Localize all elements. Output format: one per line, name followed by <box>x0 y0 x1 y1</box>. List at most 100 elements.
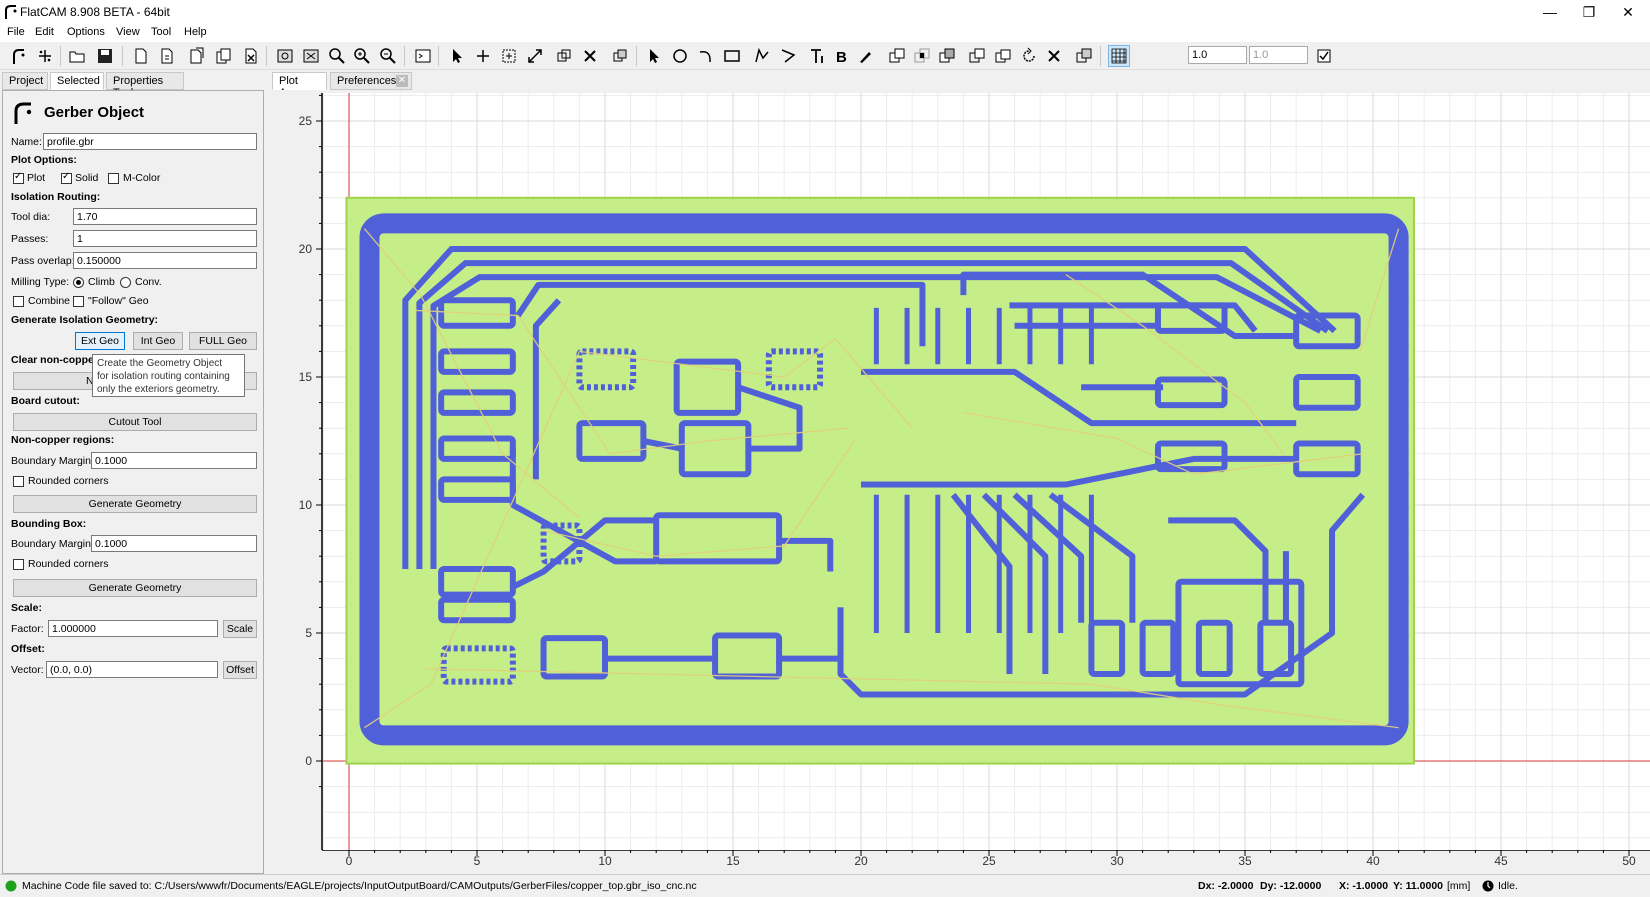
bb-generate-geometry-button[interactable]: Generate Geometry <box>13 579 257 597</box>
tab-preferences[interactable]: Preferences ✕ <box>330 72 412 90</box>
factor-label: Factor: <box>11 623 44 635</box>
add-drill-icon[interactable] <box>472 45 494 67</box>
tab-project[interactable]: Project <box>2 72 48 90</box>
subtraction-icon[interactable] <box>936 45 958 67</box>
menu-tool[interactable]: Tool <box>151 26 171 38</box>
union-icon[interactable] <box>886 45 908 67</box>
buffer-tool-icon[interactable]: B <box>830 45 852 67</box>
nc-generate-geometry-button[interactable]: Generate Geometry <box>13 495 257 513</box>
circle-icon[interactable] <box>669 45 691 67</box>
resize-drill-icon[interactable] <box>524 45 546 67</box>
plot-options-heading: Plot Options: <box>11 154 77 166</box>
tab-selected[interactable]: Selected <box>50 72 104 90</box>
pass-overlap-input[interactable] <box>73 252 257 269</box>
open-gerber-icon[interactable] <box>8 45 30 67</box>
solid-label: Solid <box>75 172 99 184</box>
arc-icon[interactable] <box>695 45 717 67</box>
factor-input[interactable] <box>48 620 218 637</box>
flatcam-logo-icon <box>5 5 17 19</box>
menu-edit[interactable]: Edit <box>35 26 54 38</box>
zoom-out-icon[interactable] <box>377 45 399 67</box>
tool-dia-label: Tool dia: <box>11 211 51 223</box>
nc-boundary-margin-label: Boundary Margin: <box>11 455 94 467</box>
move-drill-icon[interactable] <box>609 45 631 67</box>
x-tick-label: 20 <box>854 854 868 868</box>
name-input[interactable] <box>43 133 257 150</box>
conv-radio[interactable] <box>120 277 131 288</box>
tool-dia-input[interactable] <box>73 208 257 225</box>
menu-file[interactable]: File <box>7 26 25 38</box>
transform-icon[interactable] <box>1073 45 1095 67</box>
nc-boundary-margin-input[interactable] <box>91 452 257 469</box>
combine-checkbox[interactable] <box>13 296 24 307</box>
grid-lock-checkbox[interactable] <box>1313 45 1335 67</box>
offset-button[interactable]: Offset <box>223 661 257 679</box>
copy-object-icon[interactable] <box>212 45 234 67</box>
grid-x-input[interactable] <box>1188 46 1247 64</box>
drill-array-icon[interactable] <box>498 45 520 67</box>
zoom-fit-icon[interactable] <box>326 45 348 67</box>
int-geo-button[interactable]: Int Geo <box>133 332 183 350</box>
rotate-icon[interactable] <box>1018 45 1040 67</box>
select-icon[interactable] <box>446 45 468 67</box>
clear-plot-icon[interactable] <box>300 45 322 67</box>
delete-object-icon[interactable] <box>240 45 262 67</box>
menu-view[interactable]: View <box>116 26 140 38</box>
name-label: Name: <box>11 136 42 148</box>
full-geo-button[interactable]: FULL Geo <box>189 332 257 350</box>
climb-radio[interactable] <box>73 277 84 288</box>
snap-grid-icon[interactable] <box>1108 45 1130 67</box>
copy-drill-icon[interactable] <box>553 45 575 67</box>
delete-drill-icon[interactable] <box>579 45 601 67</box>
follow-geo-checkbox[interactable] <box>73 296 84 307</box>
path-icon[interactable] <box>777 45 799 67</box>
new-file-icon[interactable] <box>130 45 152 67</box>
tab-properties-tool[interactable]: Properties Tool <box>106 72 184 99</box>
open-excellon-icon[interactable] <box>34 45 56 67</box>
select-geo-icon[interactable] <box>643 45 665 67</box>
bb-boundary-margin-input[interactable] <box>91 535 257 552</box>
y-tick-label: 10 <box>299 498 313 512</box>
tab-preferences-label: Preferences <box>337 75 397 87</box>
mcolor-checkbox[interactable] <box>108 173 119 184</box>
plot-checkbox[interactable] <box>13 171 24 184</box>
menu-options[interactable]: Options <box>67 26 105 38</box>
nc-rounded-corners-checkbox[interactable] <box>13 476 24 487</box>
close-tab-icon[interactable]: ✕ <box>396 75 408 87</box>
new-document-icon[interactable] <box>186 45 208 67</box>
intersection-icon[interactable] <box>911 45 933 67</box>
close-button[interactable]: ✕ <box>1605 0 1650 25</box>
y-tick-label: 0 <box>305 754 312 768</box>
cut-path-icon[interactable] <box>966 45 988 67</box>
plot-canvas[interactable] <box>322 69 1650 850</box>
nc-rounded-corners-label: Rounded corners <box>28 475 109 487</box>
bb-rounded-corners-checkbox[interactable] <box>13 559 24 570</box>
ext-geo-button[interactable]: Ext Geo <box>75 332 125 350</box>
solid-checkbox[interactable] <box>61 171 72 184</box>
text-tool-icon[interactable] <box>806 45 828 67</box>
zoom-in-icon[interactable] <box>351 45 373 67</box>
new-geometry-icon[interactable] <box>156 45 178 67</box>
rectangle-icon[interactable] <box>721 45 743 67</box>
polygon-icon[interactable] <box>751 45 773 67</box>
combine-label: Combine <box>28 295 71 307</box>
grid-y-input[interactable] <box>1249 46 1308 64</box>
pcb-plot[interactable] <box>322 69 1650 850</box>
paint-tool-icon[interactable] <box>855 45 877 67</box>
status-y: Y: 11.0000 <box>1393 880 1444 892</box>
delete-shape-icon[interactable] <box>1043 45 1065 67</box>
main-toolbar: B <box>0 42 1650 70</box>
svg-text:B: B <box>836 49 847 65</box>
cutout-tool-button[interactable]: Cutout Tool <box>13 413 257 431</box>
shell-icon[interactable] <box>412 45 434 67</box>
copy-geo-icon[interactable] <box>992 45 1014 67</box>
menu-help[interactable]: Help <box>184 26 207 38</box>
save-icon[interactable] <box>94 45 116 67</box>
tab-plot-area[interactable]: Plot Area <box>272 72 327 99</box>
open-folder-icon[interactable] <box>66 45 88 67</box>
vector-input[interactable] <box>46 661 218 678</box>
panel-title: Gerber Object <box>44 104 145 121</box>
scale-button[interactable]: Scale <box>223 620 257 638</box>
passes-input[interactable] <box>73 230 257 247</box>
replot-icon[interactable] <box>274 45 296 67</box>
